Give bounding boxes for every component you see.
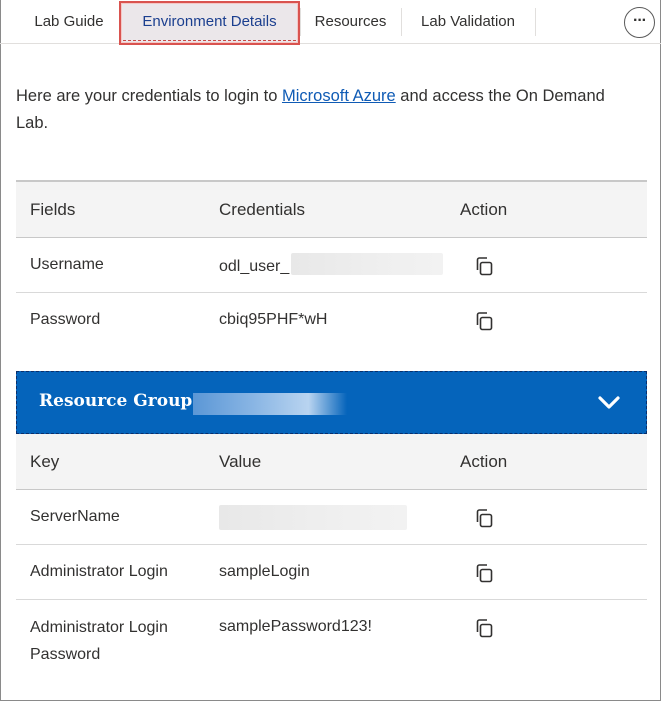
copy-icon[interactable]	[474, 563, 494, 583]
table-row: ServerName	[16, 490, 647, 545]
redacted-servername	[219, 505, 407, 530]
copy-icon[interactable]	[474, 311, 494, 331]
resource-group-table: Key Value Action ServerName Administrato…	[16, 434, 647, 680]
azure-link[interactable]: Microsoft Azure	[282, 87, 396, 105]
copy-icon[interactable]	[474, 508, 494, 528]
username-value: odl_user_	[219, 258, 290, 276]
intro-before-link: Here are your credentials to login to	[16, 87, 282, 105]
table-row: Username odl_user_	[16, 238, 647, 293]
tab-resources[interactable]: Resources	[301, 0, 400, 44]
tab-lab-guide[interactable]: Lab Guide	[20, 0, 118, 44]
table-header-row: Fields Credentials Action	[16, 180, 647, 238]
tab-environment-details[interactable]: Environment Details	[121, 0, 298, 44]
admin-login-label: Administrator Login	[30, 563, 168, 580]
header-credentials: Credentials	[219, 200, 305, 219]
redacted-username	[291, 253, 444, 275]
table-row: Password cbiq95PHF*wH	[16, 293, 647, 348]
ellipsis-icon: ···	[633, 12, 647, 29]
header-fields: Fields	[30, 200, 76, 219]
resource-group-title: Resource Group :	[39, 391, 205, 411]
copy-icon[interactable]	[474, 618, 494, 638]
tab-bar: Lab Guide Environment Details Resources …	[0, 0, 661, 45]
table-header-row: Key Value Action	[16, 434, 647, 490]
redacted-resource-group-name	[193, 393, 347, 415]
tab-divider	[535, 8, 536, 36]
admin-password-value: samplePassword123!	[219, 618, 372, 635]
chevron-down-icon[interactable]	[596, 390, 622, 416]
header-key: Key	[30, 452, 60, 471]
password-value: cbiq95PHF*wH	[219, 311, 328, 328]
credentials-table: Fields Credentials Action Username odl_u…	[16, 180, 647, 348]
servername-value-cell	[219, 505, 407, 530]
username-value-cell: odl_user_	[219, 253, 444, 278]
table-row: Administrator Login Password samplePassw…	[16, 600, 647, 680]
intro-text: Here are your credentials to login to Mi…	[16, 83, 616, 137]
admin-login-value: sampleLogin	[219, 563, 310, 580]
admin-password-label: Administrator Login Password	[30, 619, 168, 663]
servername-label: ServerName	[30, 508, 120, 525]
tab-lab-validation[interactable]: Lab Validation	[402, 0, 534, 44]
table-row: Administrator Login sampleLogin	[16, 545, 647, 600]
header-value: Value	[219, 452, 262, 471]
header-action: Action	[460, 452, 508, 471]
username-label: Username	[30, 256, 104, 273]
more-options-button[interactable]: ···	[624, 7, 655, 38]
header-action: Action	[460, 200, 508, 219]
password-label: Password	[30, 311, 101, 328]
resource-group-banner[interactable]: Resource Group :	[16, 371, 647, 434]
copy-icon[interactable]	[474, 256, 494, 276]
